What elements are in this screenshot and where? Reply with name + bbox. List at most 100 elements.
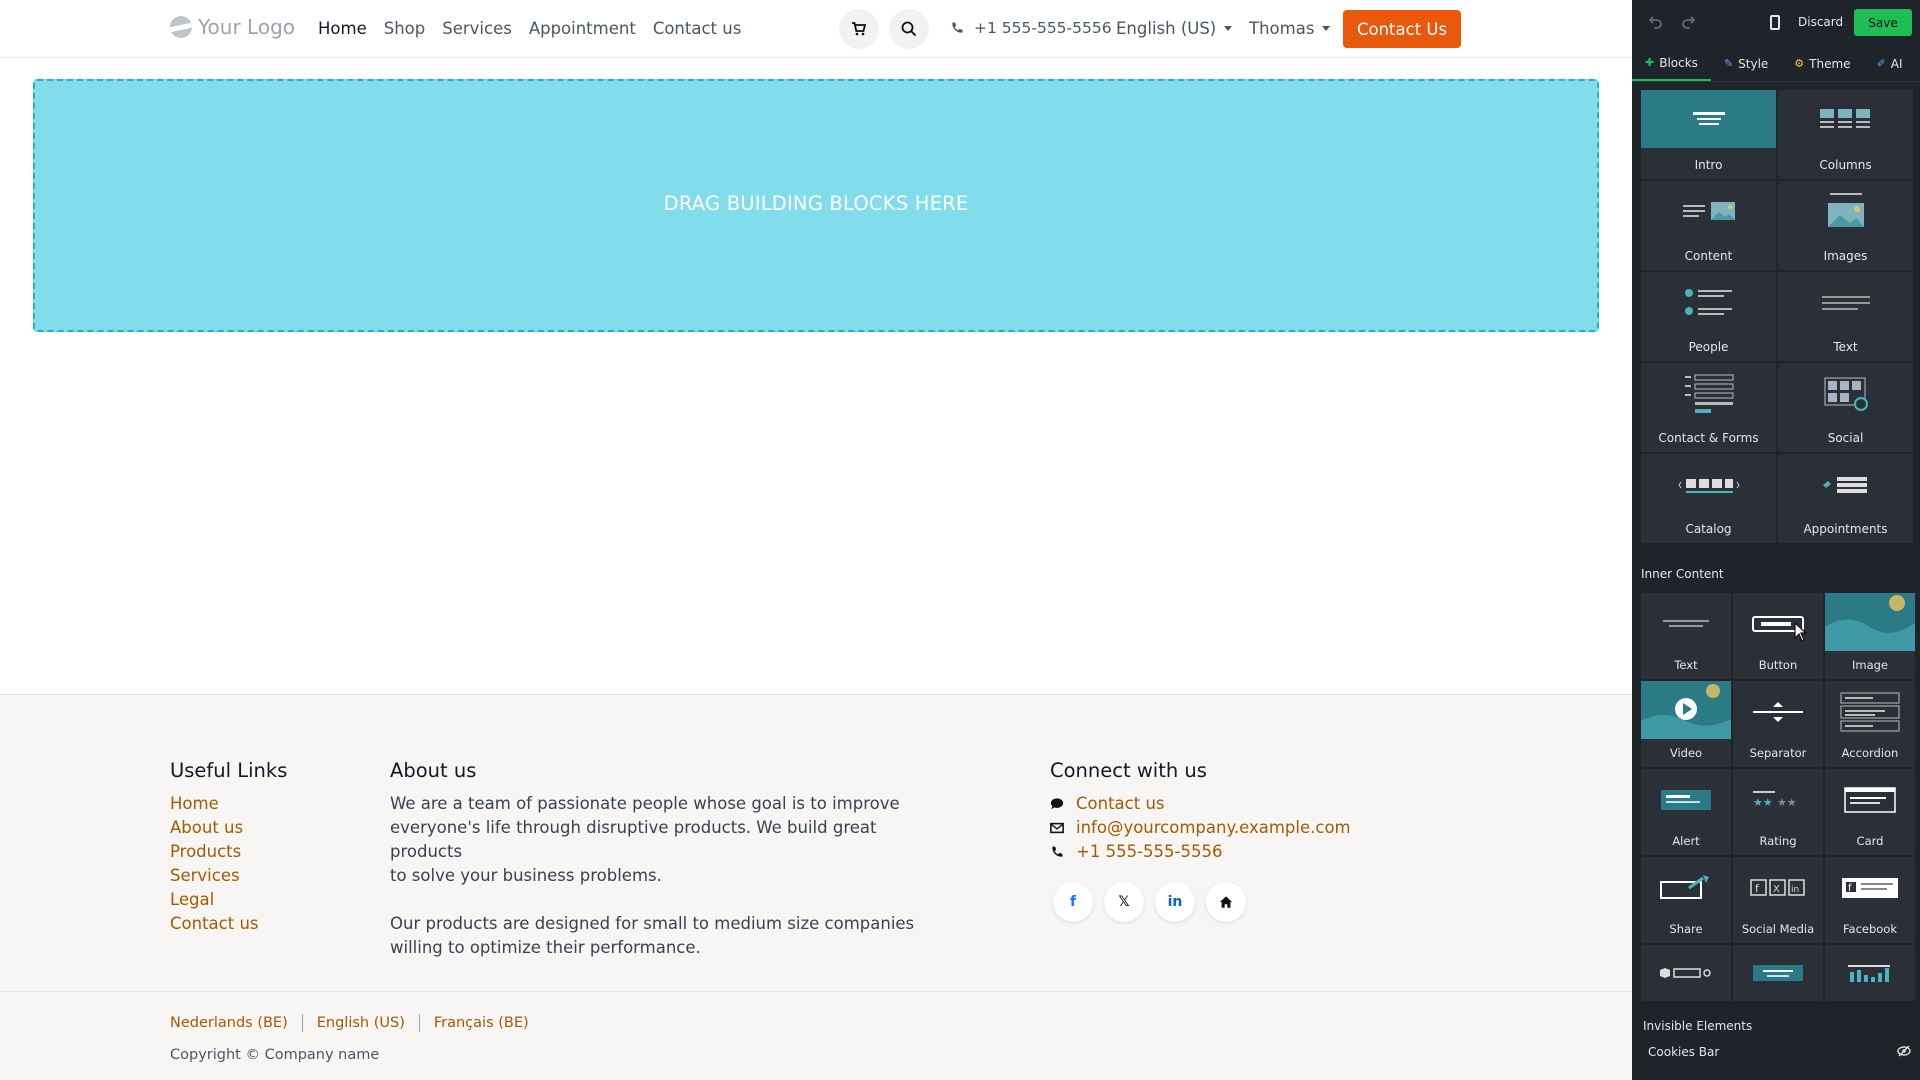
user-dropdown[interactable]: Thomas bbox=[1249, 19, 1331, 38]
block-content[interactable]: Content bbox=[1641, 181, 1776, 270]
save-button[interactable]: Save bbox=[1854, 9, 1912, 36]
tab-style[interactable]: ✎ Style bbox=[1711, 46, 1781, 81]
footer-language[interactable]: Français (BE) bbox=[434, 1015, 529, 1031]
inner-chart[interactable] bbox=[1825, 945, 1915, 1001]
footer-link[interactable]: Services bbox=[170, 864, 287, 888]
about-line: Our products are designed for small to m… bbox=[390, 914, 915, 933]
tab-blocks[interactable]: ✚ Blocks bbox=[1632, 46, 1711, 81]
footer-link[interactable]: Contact us bbox=[170, 912, 287, 936]
linkedin-icon[interactable]: in bbox=[1155, 882, 1195, 922]
about-line: to solve your business problems. bbox=[390, 866, 662, 885]
footer-link[interactable]: Home bbox=[170, 792, 287, 816]
about-line: everyone's life through disruptive produ… bbox=[390, 818, 877, 861]
menu-item-appointment[interactable]: Appointment bbox=[529, 19, 636, 38]
footer-link[interactable]: Products bbox=[170, 840, 287, 864]
inner-facebook[interactable]: f Facebook bbox=[1825, 857, 1915, 943]
inner-rating[interactable]: ★★ ★★ Rating bbox=[1733, 769, 1823, 855]
block-images[interactable]: Images bbox=[1778, 181, 1913, 270]
inner-button[interactable]: Button bbox=[1733, 593, 1823, 679]
footer-link[interactable]: About us bbox=[170, 816, 287, 840]
inner-label: Rating bbox=[1759, 834, 1797, 848]
menu-item-home[interactable]: Home bbox=[318, 19, 367, 38]
inner-image[interactable]: Image bbox=[1825, 593, 1915, 679]
inner-content-title: Inner Content bbox=[1641, 567, 1724, 581]
inner-social-media[interactable]: f Xin Social Media bbox=[1733, 857, 1823, 943]
inner-label: Button bbox=[1758, 658, 1798, 672]
block-label: People bbox=[1688, 340, 1729, 354]
inner-alert[interactable]: Alert bbox=[1641, 769, 1731, 855]
eye-slash-icon[interactable] bbox=[1897, 1045, 1911, 1057]
connect-phone[interactable]: +1 555-555-5556 bbox=[1050, 840, 1351, 864]
columns-thumbnail-icon bbox=[1778, 90, 1913, 152]
inner-separator[interactable]: Separator bbox=[1733, 681, 1823, 767]
footer-link[interactable]: Legal bbox=[170, 888, 287, 912]
accordion-icon bbox=[1825, 681, 1915, 743]
site-logo[interactable]: Your Logo bbox=[170, 15, 295, 39]
inner-accordion[interactable]: Accordion bbox=[1825, 681, 1915, 767]
logo-icon bbox=[170, 16, 192, 38]
about-title: About us bbox=[390, 759, 477, 782]
block-appointments[interactable]: Appointments bbox=[1778, 454, 1913, 543]
redo-icon[interactable] bbox=[1680, 14, 1696, 30]
invisible-item-cookies-bar[interactable]: Cookies Bar bbox=[1641, 1045, 1911, 1059]
connect-phone-text: +1 555-555-5556 bbox=[1076, 842, 1223, 861]
cart-button[interactable] bbox=[839, 9, 879, 49]
facebook-icon[interactable]: f bbox=[1053, 882, 1093, 922]
gear-icon: ⚙ bbox=[1794, 57, 1805, 70]
block-text[interactable]: Text bbox=[1778, 272, 1913, 361]
undo-icon[interactable] bbox=[1648, 14, 1664, 30]
brush-icon: ✎ bbox=[1723, 57, 1734, 70]
header-phone[interactable]: +1 555-555-5556 bbox=[950, 19, 1112, 37]
inner-banner[interactable] bbox=[1733, 945, 1823, 1001]
connect-email[interactable]: info@yourcompany.example.com bbox=[1050, 816, 1351, 840]
language-dropdown[interactable]: English (US) bbox=[1116, 19, 1233, 38]
useful-links-title: Useful Links bbox=[170, 759, 288, 782]
header-contact-button[interactable]: Contact Us bbox=[1343, 10, 1461, 48]
block-intro[interactable]: Intro bbox=[1641, 90, 1776, 179]
inner-search-bar[interactable] bbox=[1641, 945, 1731, 1001]
chart-icon bbox=[1825, 945, 1915, 1001]
logo-text: Your Logo bbox=[198, 15, 296, 39]
people-thumbnail-icon bbox=[1641, 272, 1776, 334]
x-icon[interactable]: 𝕏 bbox=[1104, 882, 1144, 922]
footer-language[interactable]: English (US) bbox=[317, 1015, 405, 1031]
facebook-widget-icon: f bbox=[1825, 857, 1915, 919]
menu-item-services[interactable]: Services bbox=[442, 19, 512, 38]
footer-connect: Connect with us Contact us info@yourcomp… bbox=[1050, 759, 1351, 864]
connect-contact[interactable]: Contact us bbox=[1050, 792, 1351, 816]
inner-label: Share bbox=[1669, 922, 1703, 936]
block-social[interactable]: Social bbox=[1778, 363, 1913, 452]
copyright: Copyright © Company name bbox=[170, 1047, 380, 1063]
intro-thumbnail-icon bbox=[1641, 90, 1776, 148]
footer-language[interactable]: Nederlands (BE) bbox=[170, 1015, 288, 1031]
footer-useful-links: Useful Links Home About us Products Serv… bbox=[170, 759, 287, 936]
plus-icon: ✚ bbox=[1645, 56, 1655, 69]
block-people[interactable]: People bbox=[1641, 272, 1776, 361]
inner-share[interactable]: Share bbox=[1641, 857, 1731, 943]
social-thumbnail-icon bbox=[1778, 363, 1913, 425]
tab-theme[interactable]: ⚙ Theme bbox=[1781, 46, 1863, 81]
block-label: Catalog bbox=[1685, 522, 1732, 536]
block-columns[interactable]: Columns bbox=[1778, 90, 1913, 179]
tab-ai[interactable]: ✐ AI bbox=[1864, 46, 1916, 81]
menu-item-shop[interactable]: Shop bbox=[384, 19, 426, 38]
connect-email-text: info@yourcompany.example.com bbox=[1076, 818, 1351, 837]
menu-item-contact[interactable]: Contact us bbox=[653, 19, 742, 38]
drop-zone[interactable]: DRAG BUILDING BLOCKS HERE bbox=[33, 79, 1599, 332]
inner-text[interactable]: Text bbox=[1641, 593, 1731, 679]
inner-video[interactable]: Video bbox=[1641, 681, 1731, 767]
block-contact-forms[interactable]: Contact & Forms bbox=[1641, 363, 1776, 452]
share-icon bbox=[1641, 857, 1731, 919]
mobile-preview-icon[interactable] bbox=[1770, 15, 1780, 30]
discard-button[interactable]: Discard bbox=[1798, 15, 1843, 29]
about-paragraph-1: We are a team of passionate people whose… bbox=[390, 792, 950, 888]
home-icon[interactable] bbox=[1206, 882, 1246, 922]
inner-card[interactable]: Card bbox=[1825, 769, 1915, 855]
search-button[interactable] bbox=[889, 9, 929, 49]
sub-footer: Nederlands (BE) English (US) Français (B… bbox=[0, 991, 1632, 1080]
block-catalog[interactable]: Catalog bbox=[1641, 454, 1776, 543]
block-label: Intro bbox=[1694, 158, 1723, 172]
inner-label: Text bbox=[1674, 658, 1698, 672]
connect-title: Connect with us bbox=[1050, 759, 1207, 782]
svg-text:★★: ★★ bbox=[1753, 796, 1773, 809]
